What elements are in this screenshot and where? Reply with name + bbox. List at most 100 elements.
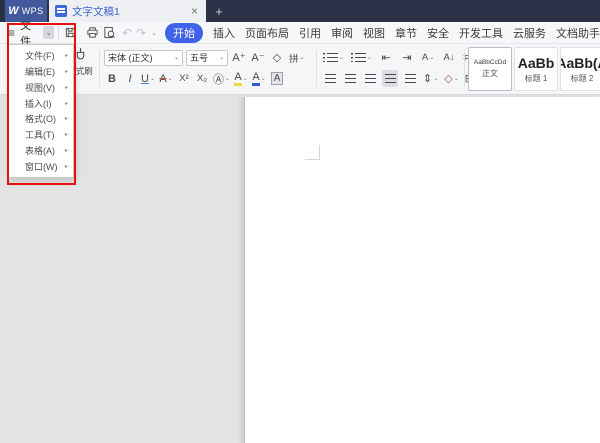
highlight-color-icon: A (234, 71, 242, 86)
text-direction-button[interactable]: A ⌄ (420, 49, 436, 66)
strikethrough-button[interactable]: A ⌄ (158, 70, 174, 87)
font-name-select[interactable]: 宋体 (正文) ⌄ (104, 49, 183, 66)
tab-page-layout[interactable]: 页面布局 (245, 25, 289, 41)
menu-item-view[interactable]: 视图(V) ▸ (9, 80, 73, 95)
margin-corner-mark (305, 145, 320, 160)
tab-review[interactable]: 审阅 (331, 25, 353, 41)
menu-item-label: 格式(O) (25, 114, 56, 125)
print-preview-button[interactable] (103, 26, 116, 39)
underline-icon: U (141, 72, 149, 85)
circle-text-button[interactable]: Ⓐ ⌄ (212, 70, 231, 87)
tab-references[interactable]: 引用 (299, 25, 321, 41)
tab-home[interactable]: 开始 (165, 22, 203, 43)
titlebar: W WPS 文字文稿1 × + (0, 0, 600, 22)
save-button[interactable] (64, 26, 77, 39)
increase-indent-icon[interactable]: ⇥ (399, 49, 415, 66)
align-center-button[interactable] (342, 70, 358, 87)
tab-cloud-service[interactable]: 云服务 (513, 25, 546, 41)
menu-item-file[interactable]: 文件(F) ▸ (9, 48, 73, 63)
undo-icon[interactable]: ↶ (122, 26, 132, 40)
menu-item-format[interactable]: 格式(O) ▸ (9, 111, 73, 126)
numbering-button[interactable]: ⌄ (350, 49, 373, 66)
justify-button[interactable] (382, 70, 398, 87)
text-direction-icon: A (421, 52, 429, 63)
phonetic-guide-icon: 拼 (289, 53, 299, 65)
style-normal[interactable]: AaBbCcDd 正文 (468, 47, 512, 91)
chevron-down-icon: ⌄ (429, 55, 435, 61)
document-area (0, 95, 600, 443)
grow-font-icon[interactable]: A⁺ (231, 49, 247, 66)
char-shading-icon: A (270, 72, 284, 85)
decrease-indent-icon[interactable]: ⇤ (378, 49, 394, 66)
menu-item-label: 表格(A) (25, 145, 55, 156)
shrink-font-icon[interactable]: A⁻ (250, 49, 266, 66)
document-page[interactable] (244, 97, 600, 443)
wps-app-name: WPS (21, 6, 44, 16)
chevron-down-icon: ⌄ (242, 76, 248, 82)
submenu-arrow-icon: ▸ (64, 116, 68, 123)
style-preview: AaBb(A (561, 54, 600, 71)
style-preview: AaBb (517, 54, 555, 71)
align-left-icon (324, 74, 336, 83)
phonetic-guide-button[interactable]: 拼 ⌄ (288, 49, 306, 66)
tab-close-icon[interactable]: × (189, 5, 200, 17)
style-heading-1[interactable]: AaBb 标题 1 (514, 47, 558, 91)
ribbon: 格式刷 宋体 (正文) ⌄ 五号 ⌄ A⁺ A⁻ ◇ 拼 ⌄ B I U ⌄ A ⌄ … (0, 44, 600, 95)
menu-item-edit[interactable]: 编辑(E) ▸ (9, 64, 73, 79)
tab-dev-tools[interactable]: 开发工具 (459, 25, 503, 41)
tab-insert[interactable]: 插入 (213, 25, 235, 41)
tab-security[interactable]: 安全 (427, 25, 449, 41)
style-heading-2[interactable]: AaBb(A 标题 2 (560, 47, 600, 91)
italic-icon[interactable]: I (122, 70, 138, 87)
chevron-down-icon: ⌄ (260, 76, 266, 82)
distributed-align-button[interactable] (402, 70, 418, 87)
customize-toolbar-icon[interactable]: ⌄ (151, 29, 157, 37)
clear-format-icon[interactable]: ◇ (269, 49, 285, 66)
chevron-down-icon: ⌄ (433, 76, 439, 82)
tab-doc-assistant[interactable]: 文档助手 (556, 25, 600, 41)
bold-icon[interactable]: B (104, 70, 120, 87)
bullets-button[interactable]: ⌄ (322, 49, 345, 66)
tab-section[interactable]: 章节 (395, 25, 417, 41)
chevron-down-icon: ⌄ (453, 76, 459, 82)
line-spacing-button[interactable]: ⇕ ⌄ (422, 70, 439, 87)
hamburger-icon[interactable]: ≡ (8, 26, 17, 40)
group-divider (464, 50, 465, 87)
group-divider (99, 50, 100, 87)
font-color-icon: A (252, 71, 260, 86)
subscript-icon[interactable]: X₂ (194, 70, 210, 87)
group-divider (316, 50, 317, 87)
char-shading-button[interactable]: A (269, 70, 285, 87)
sort-icon[interactable]: A↓ (441, 49, 457, 66)
tab-view[interactable]: 视图 (363, 25, 385, 41)
document-tab[interactable]: 文字文稿1 × (49, 0, 206, 22)
underline-button[interactable]: U ⌄ (140, 70, 156, 87)
menu-item-tools[interactable]: 工具(T) ▸ (9, 127, 73, 142)
font-size-select[interactable]: 五号 ⌄ (186, 49, 228, 66)
redo-icon[interactable]: ↷ (136, 26, 146, 40)
chevron-down-icon: ⌄ (339, 55, 345, 61)
file-menu-dropdown: 文件(F) ▸ 编辑(E) ▸ 视图(V) ▸ 插入(I) ▸ 格式(O) ▸ … (8, 44, 74, 178)
superscript-icon[interactable]: X² (176, 70, 192, 87)
printer-icon (87, 27, 98, 38)
menu-item-insert[interactable]: 插入(I) ▸ (9, 96, 73, 111)
chevron-down-icon: ⌄ (367, 55, 373, 61)
distributed-align-icon (404, 74, 416, 83)
align-right-button[interactable] (362, 70, 378, 87)
file-menu-chevron-button[interactable]: ⌄ (43, 26, 55, 39)
circle-text-icon: Ⓐ (213, 73, 224, 86)
menu-item-window[interactable]: 窗口(W) ▸ (9, 159, 73, 174)
print-preview-icon (104, 26, 115, 39)
numbering-icon (351, 53, 367, 62)
submenu-arrow-icon: ▸ (64, 84, 68, 91)
chevron-down-icon: ⌄ (149, 76, 155, 82)
new-tab-button[interactable]: + (206, 0, 232, 22)
menu-item-table[interactable]: 表格(A) ▸ (9, 143, 73, 158)
print-button[interactable] (86, 26, 99, 39)
shading-color-button[interactable]: ◇ ⌄ (443, 70, 460, 87)
style-label: 标题 2 (570, 73, 594, 83)
font-color-button[interactable]: A ⌄ (251, 70, 267, 87)
menu-item-label: 文件(F) (25, 51, 55, 62)
highlight-color-button[interactable]: A ⌄ (233, 70, 249, 87)
align-left-button[interactable] (322, 70, 338, 87)
